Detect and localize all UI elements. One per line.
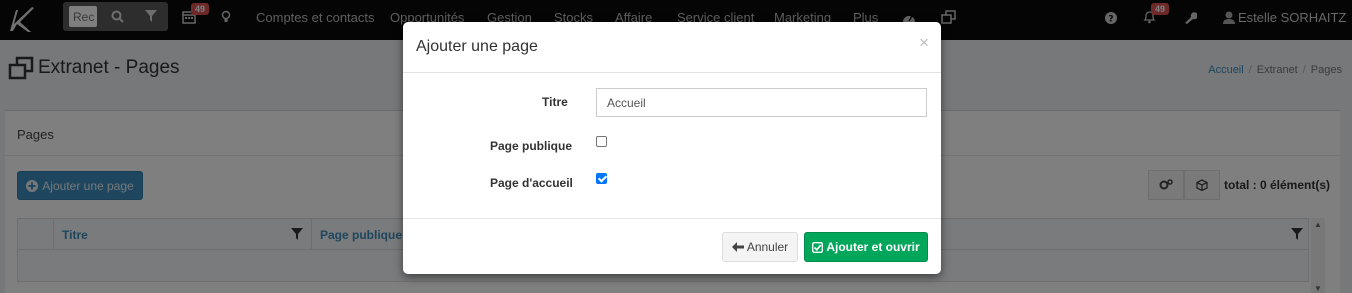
titre-input[interactable]: [596, 88, 927, 117]
page-publique-checkbox[interactable]: [596, 136, 607, 147]
add-page-modal: Ajouter une page × Titre Page publique P…: [403, 22, 941, 274]
close-icon[interactable]: ×: [919, 34, 929, 51]
modal-header-divider: [403, 72, 941, 73]
arrow-left-icon: [731, 242, 744, 252]
add-and-open-button[interactable]: Ajouter et ouvrir: [804, 232, 928, 262]
submit-label: Ajouter et ouvrir: [826, 240, 920, 254]
titre-label: Titre: [542, 95, 568, 109]
page-accueil-label: Page d'accueil: [490, 176, 573, 190]
cancel-label: Annuler: [746, 240, 789, 254]
modal-title: Ajouter une page: [416, 38, 538, 55]
cancel-button[interactable]: Annuler: [722, 232, 798, 262]
page-accueil-checkbox[interactable]: [596, 173, 607, 184]
modal-footer-divider: [403, 218, 941, 219]
page-publique-label: Page publique: [490, 139, 573, 153]
check-square-icon: [812, 241, 824, 253]
